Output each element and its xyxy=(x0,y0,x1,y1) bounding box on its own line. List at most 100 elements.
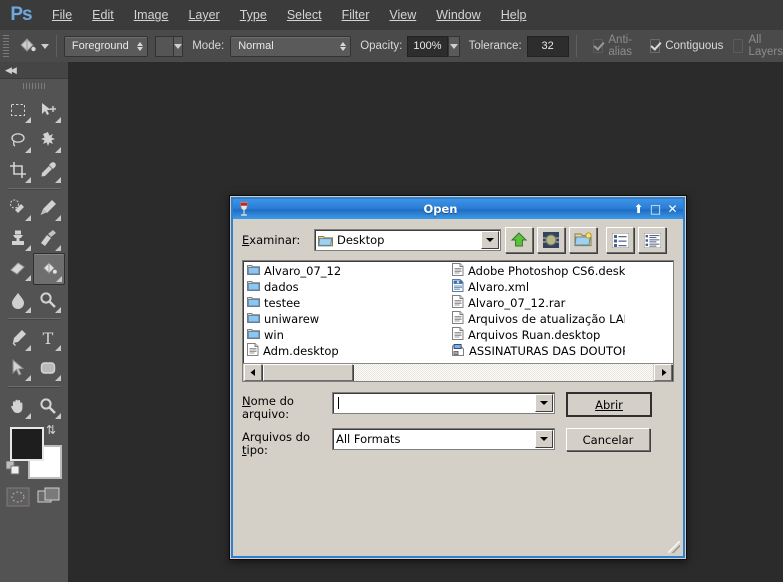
list-item[interactable]: win xyxy=(245,327,450,343)
rollup-button[interactable]: ⬆ xyxy=(630,201,647,217)
divider xyxy=(56,35,57,57)
eyedropper-tool[interactable] xyxy=(33,155,63,185)
swap-colors-icon[interactable]: ⇅ xyxy=(46,423,56,437)
file-name: testee xyxy=(264,296,301,310)
rounded-rectangle-tool[interactable] xyxy=(33,353,63,383)
close-button[interactable]: ✕ xyxy=(664,201,681,217)
anti-alias-checkbox[interactable] xyxy=(593,39,604,53)
paint-bucket-icon[interactable] xyxy=(17,34,37,58)
new-folder-button[interactable] xyxy=(569,227,597,253)
all-layers-checkbox[interactable] xyxy=(733,39,744,53)
contiguous-checkbox[interactable] xyxy=(650,39,661,53)
list-item[interactable]: Alvaro_07_12 xyxy=(245,263,450,279)
lasso-tool[interactable] xyxy=(3,125,33,155)
file-list[interactable]: Alvaro_07_12 dados testee uniwarew win A… xyxy=(242,260,674,382)
scroll-right-button[interactable] xyxy=(654,364,672,381)
look-in-combo[interactable]: Desktop xyxy=(314,229,501,251)
menu-type[interactable]: Type xyxy=(230,0,277,30)
list-item[interactable]: Adobe Photoshop CS6.desktop xyxy=(450,263,625,279)
list-item[interactable]: Adm.desktop xyxy=(245,343,450,359)
rectangular-marquee-tool[interactable] xyxy=(3,95,33,125)
magic-wand-tool[interactable] xyxy=(33,125,63,155)
cancel-button[interactable]: Cancelar xyxy=(566,428,650,451)
list-item[interactable]: Arquivos Ruan.desktop xyxy=(450,327,625,343)
list-view-button[interactable] xyxy=(606,227,634,253)
list-item[interactable]: Arquivos de atualização LAB A xyxy=(450,311,625,327)
tolerance-input[interactable]: 32 xyxy=(526,35,569,57)
fill-source-select[interactable]: Foreground xyxy=(63,35,148,57)
paint-bucket-tool[interactable] xyxy=(33,253,65,285)
scrollbar-track[interactable] xyxy=(263,364,653,381)
divider xyxy=(8,318,61,320)
brush-tool[interactable] xyxy=(33,193,63,223)
move-tool[interactable] xyxy=(33,95,63,125)
up-one-level-button[interactable] xyxy=(505,227,533,253)
pattern-caret-icon[interactable] xyxy=(174,35,184,57)
options-bar-grip[interactable] xyxy=(3,35,10,57)
eraser-tool[interactable] xyxy=(3,253,33,283)
file-name: Arquivos Ruan.desktop xyxy=(468,328,601,342)
details-view-button[interactable] xyxy=(638,227,666,253)
menu-file[interactable]: File xyxy=(42,0,82,30)
menu-edit-label: Edit xyxy=(92,8,114,22)
blur-tool[interactable] xyxy=(3,285,33,315)
menu-layer[interactable]: Layer xyxy=(178,0,229,30)
menu-view[interactable]: View xyxy=(379,0,426,30)
tools-panel-header[interactable]: ◀◀ xyxy=(0,62,68,79)
path-selection-tool[interactable] xyxy=(3,353,33,383)
history-brush-tool[interactable] xyxy=(33,223,63,253)
text-cursor xyxy=(338,397,339,409)
open-button[interactable]: Abrir xyxy=(566,392,652,417)
file-type-label: Arquivos do tipo: xyxy=(242,430,311,457)
folder-icon xyxy=(247,328,260,343)
look-in-dropdown-icon[interactable] xyxy=(481,231,499,249)
maximize-button[interactable]: □ xyxy=(647,201,664,217)
menu-filter[interactable]: Filter xyxy=(332,0,380,30)
menu-help[interactable]: Help xyxy=(491,0,537,30)
collapse-panel-icon[interactable]: ◀◀ xyxy=(5,65,17,76)
list-item[interactable]: Alvaro.xml xyxy=(450,279,625,295)
pattern-swatch[interactable] xyxy=(154,35,175,57)
opacity-caret-icon[interactable] xyxy=(447,35,460,57)
dodge-tool[interactable] xyxy=(33,285,63,315)
tools-panel-grip[interactable] xyxy=(0,79,68,93)
scroll-left-button[interactable] xyxy=(244,364,262,381)
quick-mask-button[interactable] xyxy=(6,487,30,512)
pen-tool[interactable] xyxy=(3,323,33,353)
file-type-dropdown-icon[interactable] xyxy=(535,430,553,448)
desktop-button[interactable] xyxy=(537,227,565,253)
type-tool[interactable]: T xyxy=(33,323,63,353)
list-item[interactable]: ASSINATURAS DAS DOUTORA xyxy=(450,343,625,359)
spot-healing-brush-tool[interactable] xyxy=(3,193,33,223)
mode-select[interactable]: Normal xyxy=(230,35,352,57)
resize-grip[interactable] xyxy=(668,541,680,553)
list-item[interactable]: uniwarew xyxy=(245,311,450,327)
menu-image[interactable]: Image xyxy=(124,0,179,30)
foreground-color-swatch[interactable] xyxy=(10,427,44,461)
file-name-label: Nome do arquivo: xyxy=(242,392,332,421)
zoom-tool[interactable] xyxy=(33,391,63,421)
look-in-label: EExaminar:xaminar: xyxy=(242,233,301,247)
screen-mode-button[interactable] xyxy=(36,487,62,512)
tool-preset-caret-icon[interactable] xyxy=(41,43,50,49)
file-type-select[interactable]: All Formats xyxy=(332,428,555,450)
hand-tool[interactable] xyxy=(3,391,33,421)
crop-tool[interactable] xyxy=(3,155,33,185)
photoshop-window: Ps File Edit Image Layer Type Select Fil… xyxy=(0,0,783,582)
clone-stamp-tool[interactable] xyxy=(3,223,33,253)
menu-select[interactable]: Select xyxy=(277,0,332,30)
list-item[interactable]: dados xyxy=(245,279,450,295)
file-name-input[interactable] xyxy=(332,392,555,414)
open-dialog: Open ⬆ □ ✕ EExaminar:xaminar: Desktop xyxy=(229,195,687,560)
default-colors-icon[interactable] xyxy=(5,460,20,480)
list-item[interactable]: Alvaro_07_12.rar xyxy=(450,295,625,311)
menu-window[interactable]: Window xyxy=(426,0,490,30)
file-name-dropdown-icon[interactable] xyxy=(535,394,553,412)
dialog-title-bar[interactable]: Open ⬆ □ ✕ xyxy=(233,199,683,219)
horizontal-scrollbar[interactable] xyxy=(243,363,673,381)
menu-edit[interactable]: Edit xyxy=(82,0,124,30)
opacity-input[interactable]: 100% xyxy=(407,35,448,57)
scrollbar-thumb[interactable] xyxy=(263,364,353,381)
list-item[interactable]: testee xyxy=(245,295,450,311)
dialog-form: Nome do arquivo: Abrir Arquivos do tipo:… xyxy=(242,392,674,457)
